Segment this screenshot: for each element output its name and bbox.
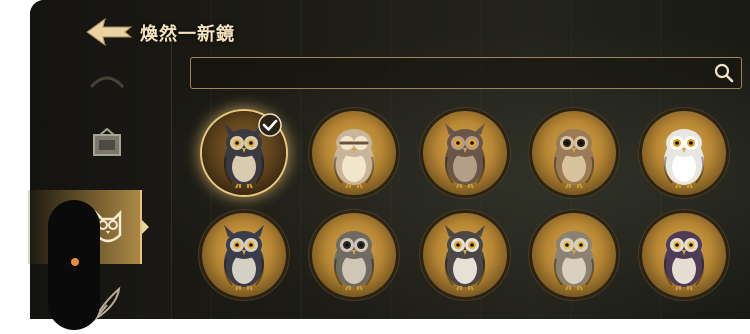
owl-icon: [444, 225, 486, 291]
search-icon: [714, 63, 734, 83]
owl-slot[interactable]: [202, 213, 286, 297]
owl-icon: [444, 123, 486, 189]
owl-slot[interactable]: [423, 111, 507, 195]
frame-icon: [93, 127, 121, 156]
search-bar: [190, 57, 742, 89]
owl-slot[interactable]: [642, 213, 726, 297]
sidebar-divider: [171, 40, 172, 319]
faded-icon: [89, 76, 125, 89]
owl-slot[interactable]: [423, 213, 507, 297]
owl-slot[interactable]: [312, 111, 396, 195]
owl-icon: [333, 129, 375, 189]
owl-icon: [333, 231, 375, 291]
owl-slot[interactable]: [642, 111, 726, 195]
back-button[interactable]: [83, 14, 135, 50]
owl-slot[interactable]: [532, 213, 616, 297]
owl-icon: [663, 231, 705, 291]
owl-icon: [663, 129, 705, 189]
owl-icon: [553, 231, 595, 291]
selected-check-icon: [258, 113, 282, 137]
active-tab-indicator: [142, 220, 149, 234]
owl-slot[interactable]: [312, 213, 396, 297]
owl-icon: [223, 225, 265, 291]
search-input[interactable]: [199, 62, 703, 86]
sidebar-tab-unknown[interactable]: [72, 50, 142, 112]
back-arrow-icon: [86, 17, 133, 47]
page-title: 煥然一新鏡: [140, 24, 235, 45]
sidebar-tab-frame[interactable]: [72, 112, 142, 174]
owl-icon: [553, 129, 595, 189]
owl-slot[interactable]: [532, 111, 616, 195]
indicator-dot: [71, 258, 79, 266]
search-button[interactable]: [713, 62, 735, 84]
